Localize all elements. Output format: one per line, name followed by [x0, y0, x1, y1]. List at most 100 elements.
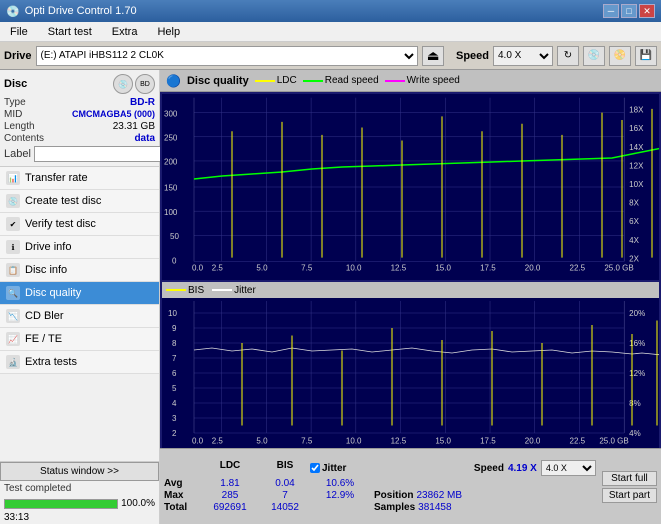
status-bar: Status window >> Test completed 100.0% 3…	[0, 461, 159, 524]
svg-text:9: 9	[172, 324, 177, 333]
svg-text:25.0 GB: 25.0 GB	[599, 437, 628, 446]
legend-jitter-label: Jitter	[234, 285, 256, 296]
nav-disc-quality-label: Disc quality	[25, 287, 81, 299]
svg-text:20.0: 20.0	[525, 264, 541, 273]
legend-ldc: LDC	[255, 75, 297, 86]
stats-total-label: Total	[164, 502, 200, 513]
svg-text:10: 10	[168, 309, 177, 318]
transfer-rate-icon: 📊	[6, 171, 20, 185]
disc-btn-2[interactable]: 📀	[609, 46, 631, 66]
speed-label: Speed	[456, 50, 489, 62]
samples-val: 381458	[418, 502, 451, 513]
drive-selector[interactable]: (E:) ATAPI iHBS112 2 CL0K	[36, 46, 418, 66]
nav-disc-quality[interactable]: 🔍 Disc quality	[0, 282, 159, 305]
disc-btn-1[interactable]: 💿	[583, 46, 605, 66]
menu-help[interactable]: Help	[151, 24, 186, 40]
jitter-checkbox[interactable]	[310, 463, 320, 473]
stats-header-row: LDC BIS Jitter Speed 4.19 X 4.0 X	[164, 460, 596, 476]
nav-cd-bler[interactable]: 📉 CD Bler	[0, 305, 159, 328]
start-part-button[interactable]: Start part	[602, 488, 657, 503]
svg-text:7.5: 7.5	[301, 264, 313, 273]
verify-test-disc-icon: ✔	[6, 217, 20, 231]
left-panel: Disc 💿 BD Type BD-R MID CMCMAGBA5 (000) …	[0, 70, 160, 524]
legend-jitter-color	[212, 289, 232, 291]
svg-text:2X: 2X	[629, 254, 639, 263]
stats-max-label: Max	[164, 490, 200, 501]
samples-label: Samples	[374, 502, 415, 513]
bottom-chart-svg: 10 9 8 7 6 5 4 3 2 20% 16% 12% 8%	[162, 298, 659, 448]
svg-text:17.5: 17.5	[480, 437, 496, 446]
minimize-button[interactable]: ─	[603, 4, 619, 18]
nav-verify-test-disc[interactable]: ✔ Verify test disc	[0, 213, 159, 236]
status-time: 33:13	[0, 511, 159, 524]
extra-tests-icon: 🔬	[6, 355, 20, 369]
disc-icon-btn[interactable]: 💿	[113, 74, 133, 94]
menu-start-test[interactable]: Start test	[42, 24, 98, 40]
speed-refresh-button[interactable]: ↻	[557, 46, 579, 66]
speed-selector[interactable]: 4.0 X	[493, 46, 553, 66]
stats-avg-jitter: 10.6%	[310, 478, 370, 489]
eject-button[interactable]: ⏏	[422, 46, 444, 66]
top-chart-svg: 300 250 200 150 100 50 0 18X 16X 14X 12X…	[162, 94, 659, 280]
svg-text:8: 8	[172, 339, 177, 348]
nav-fe-te[interactable]: 📈 FE / TE	[0, 328, 159, 351]
disc-contents-row: Contents data	[4, 133, 155, 144]
legend-bis: BIS	[166, 285, 204, 296]
svg-text:16X: 16X	[629, 124, 644, 133]
legend-jitter: Jitter	[212, 285, 256, 296]
disc-contents-label: Contents	[4, 133, 44, 144]
svg-text:20%: 20%	[629, 309, 645, 318]
progress-bar-outer	[4, 499, 118, 509]
stats-spacer	[164, 460, 200, 476]
nav-transfer-rate-label: Transfer rate	[25, 172, 88, 184]
stats-avg-ldc: 1.81	[200, 478, 260, 489]
nav-disc-info[interactable]: 📋 Disc info	[0, 259, 159, 282]
nav-create-test-disc[interactable]: 💿 Create test disc	[0, 190, 159, 213]
start-full-button[interactable]: Start full	[602, 471, 657, 486]
nav-transfer-rate[interactable]: 📊 Transfer rate	[0, 167, 159, 190]
maximize-button[interactable]: □	[621, 4, 637, 18]
nav-drive-info[interactable]: ℹ Drive info	[0, 236, 159, 259]
disc-type-icon[interactable]: BD	[135, 74, 155, 94]
app-window: 💿 Opti Drive Control 1.70 ─ □ ✕ File Sta…	[0, 0, 661, 524]
status-window-button[interactable]: Status window >>	[0, 462, 159, 481]
content-area: Disc 💿 BD Type BD-R MID CMCMAGBA5 (000) …	[0, 70, 661, 524]
disc-contents-value: data	[134, 133, 155, 144]
svg-text:4: 4	[172, 399, 177, 408]
svg-text:5.0: 5.0	[256, 264, 268, 273]
svg-text:5.0: 5.0	[256, 437, 268, 446]
menu-extra[interactable]: Extra	[106, 24, 144, 40]
svg-text:0.0: 0.0	[192, 437, 204, 446]
progress-row: 100.0%	[0, 496, 159, 511]
progress-pct: 100.0%	[121, 498, 155, 509]
legend-read-speed-color	[303, 80, 323, 82]
disc-length-label: Length	[4, 121, 35, 132]
disc-title: Disc	[4, 78, 27, 90]
nav-extra-tests[interactable]: 🔬 Extra tests	[0, 351, 159, 374]
svg-text:4%: 4%	[629, 429, 641, 438]
svg-text:10.0: 10.0	[346, 437, 362, 446]
stats-avg-bis: 0.04	[260, 478, 310, 489]
right-panel: 🔵 Disc quality LDC Read speed Write spee…	[160, 70, 661, 524]
svg-text:10.0: 10.0	[346, 264, 362, 273]
close-button[interactable]: ✕	[639, 4, 655, 18]
menu-file[interactable]: File	[4, 24, 34, 40]
save-btn[interactable]: 💾	[635, 46, 657, 66]
nav-disc-info-label: Disc info	[25, 264, 67, 276]
position-val: 23862 MB	[416, 490, 462, 501]
legend-read-speed-label: Read speed	[325, 75, 379, 86]
title-bar-left: 💿 Opti Drive Control 1.70	[6, 5, 137, 18]
svg-text:4X: 4X	[629, 236, 639, 245]
svg-text:22.5: 22.5	[570, 437, 586, 446]
disc-label-input[interactable]	[34, 146, 168, 162]
svg-text:12.5: 12.5	[391, 264, 407, 273]
stats-jitter-header: Jitter	[322, 463, 346, 474]
legend-bis-label: BIS	[188, 285, 204, 296]
nav-extra-tests-label: Extra tests	[25, 356, 77, 368]
stats-avg-label: Avg	[164, 478, 200, 489]
stats-speed-select[interactable]: 4.0 X	[541, 460, 596, 476]
svg-text:150: 150	[164, 184, 178, 193]
chart-title: Disc quality	[187, 75, 249, 87]
disc-info-icon: 📋	[6, 263, 20, 277]
svg-text:14X: 14X	[629, 143, 644, 152]
